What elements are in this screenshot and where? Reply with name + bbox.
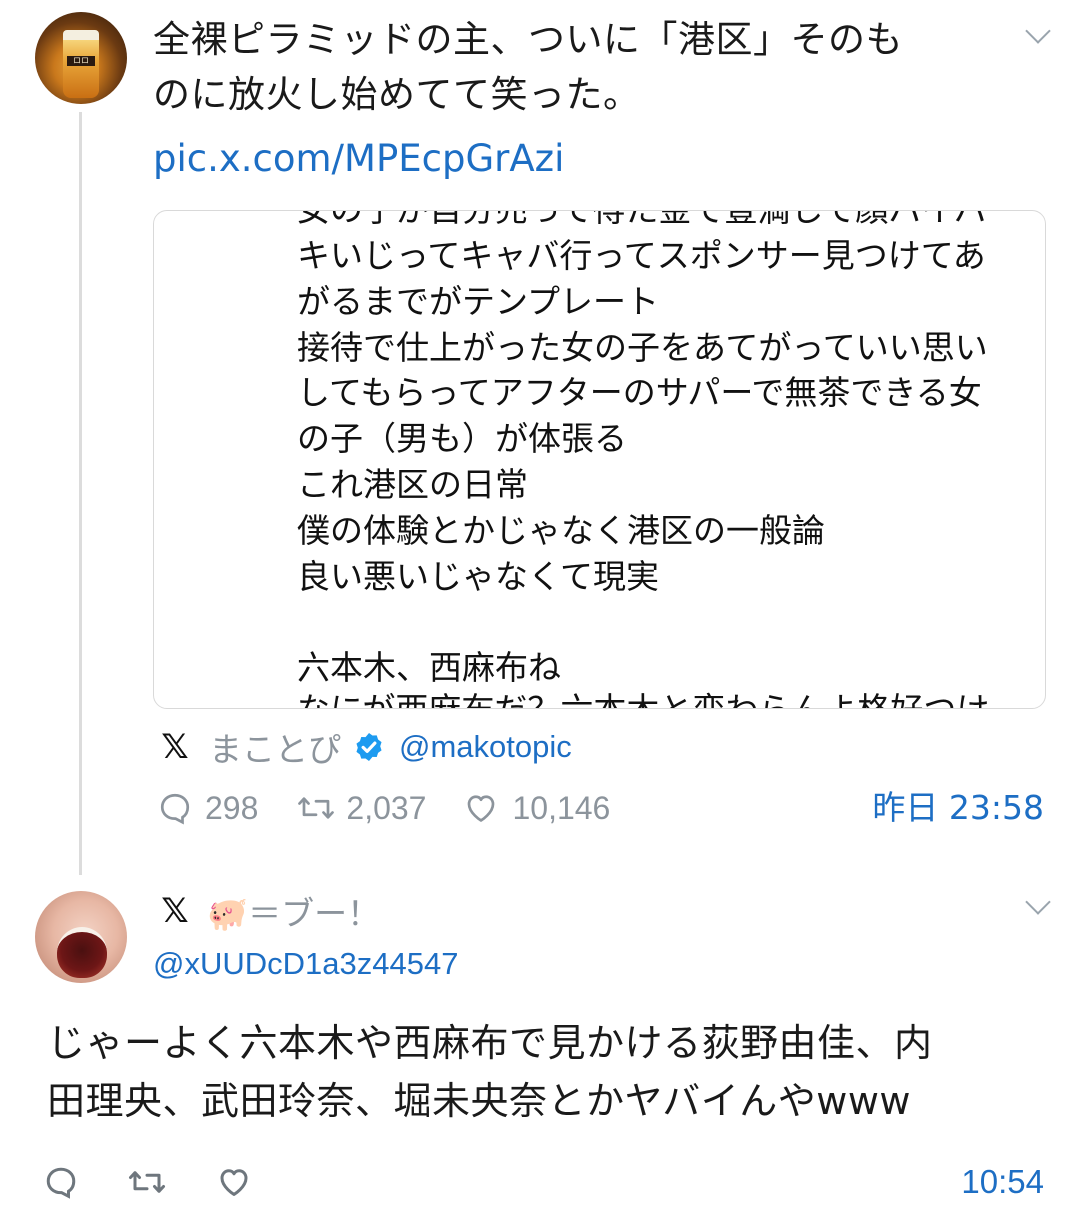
tweet-text: 全裸ピラミッドの主、ついに「港区」そのも のに放火し始めてて笑った。	[153, 12, 1013, 122]
like-action[interactable]	[215, 1164, 253, 1200]
verified-badge-icon	[356, 733, 382, 761]
embed-line: 接待で仕上がった女の子をあてがっていい思い	[297, 327, 988, 367]
retweet-icon	[129, 1171, 165, 1193]
reply-author-name[interactable]: 🐖＝ブー！	[207, 887, 380, 935]
like-action[interactable]: 10,146	[462, 790, 610, 827]
embed-text-block: キいじってキャバ行ってスポンサー見つけてあ がるまでがテンプレート 接待で仕上が…	[297, 233, 1017, 691]
author-handle[interactable]: @makotopic	[399, 729, 572, 765]
embed-cut-text-bottom: なにが西麻布だ？六本木と変わらんよ格好つけ	[297, 687, 1017, 708]
tweet-author-row: 𝕏 まことぴ @makotopic	[157, 723, 572, 771]
reply-actions	[43, 1160, 253, 1204]
embed-line	[297, 599, 1017, 645]
like-count: 10,146	[512, 789, 611, 826]
tweet-timestamp[interactable]: 昨日 23:58	[872, 786, 1044, 830]
reply-count: 298	[205, 789, 259, 826]
retweet-count: 2,037	[346, 789, 427, 826]
x-logo-icon: 𝕏	[161, 891, 189, 931]
retweet-icon	[298, 797, 335, 819]
reply-author-handle[interactable]: @xUUDcD1a3z44547	[153, 942, 458, 986]
quoted-image-card[interactable]: 女の子が自分売って得た金で豊満して顔パイパ キいじってキャバ行ってスポンサー見つ…	[153, 210, 1046, 709]
thread-connector-line	[79, 112, 82, 875]
reply-bubble-icon	[46, 1167, 76, 1199]
reply-author-row: 𝕏 🐖＝ブー！	[157, 888, 380, 934]
tweet-text-line: 全裸ピラミッドの主、ついに「港区」そのも	[153, 18, 903, 61]
chevron-down-icon[interactable]	[1025, 889, 1051, 915]
reply-text: じゃーよく六本木や西麻布で見かける荻野由佳、内 田理央、武田玲奈、堀未央奈とかヤ…	[47, 1014, 1037, 1130]
reply-action[interactable]: 298	[157, 790, 258, 827]
tweet-actions: 298 2,037 10,146	[157, 786, 610, 830]
retweet-action[interactable]	[127, 1164, 167, 1200]
retweet-action[interactable]: 2,037	[296, 790, 426, 827]
chevron-down-icon[interactable]	[1025, 18, 1051, 44]
tweet-media-link[interactable]: pic.x.com/MPEcpGrAzi	[153, 134, 564, 184]
embed-cut-text-top: 女の子が自分売って得た金で豊満して顔パイパ	[297, 211, 1017, 233]
reply-text-line: 田理央、武田玲奈、堀未央奈とかヤバイんやwww	[47, 1079, 911, 1123]
author-name[interactable]: まことぴ	[209, 723, 341, 771]
x-logo-icon: 𝕏	[161, 727, 189, 767]
reply-action[interactable]	[43, 1164, 79, 1200]
heart-icon	[220, 1169, 248, 1196]
embed-line: 六本木、西麻布ね	[297, 648, 561, 688]
embed-line: 良い悪いじゃなくて現実	[297, 556, 660, 596]
embed-line: 僕の体験とかじゃなく港区の一般論	[297, 510, 825, 550]
reply-author-avatar[interactable]	[35, 891, 127, 983]
embed-line: の子（男も）が体張る	[297, 419, 627, 459]
avatar-mouth-image	[57, 927, 107, 978]
avatar-label-graphic: ロロ	[67, 56, 95, 66]
reply-text-line: じゃーよく六本木や西麻布で見かける荻野由佳、内	[47, 1021, 933, 1065]
embed-line: キいじってキャバ行ってスポンサー見つけてあ	[297, 236, 986, 275]
heart-icon	[468, 795, 495, 822]
embed-line: してもらってアフターのサパーで無茶できる女	[297, 373, 982, 413]
tweet-text-line: のに放火し始めてて笑った。	[153, 73, 641, 116]
reply-bubble-icon	[160, 793, 190, 825]
reply-timestamp[interactable]: 10:54	[961, 1160, 1044, 1204]
embed-line: がるまでがテンプレート	[297, 281, 660, 321]
author-avatar[interactable]: ロロ	[35, 12, 127, 104]
embed-line: これ港区の日常	[297, 464, 528, 504]
